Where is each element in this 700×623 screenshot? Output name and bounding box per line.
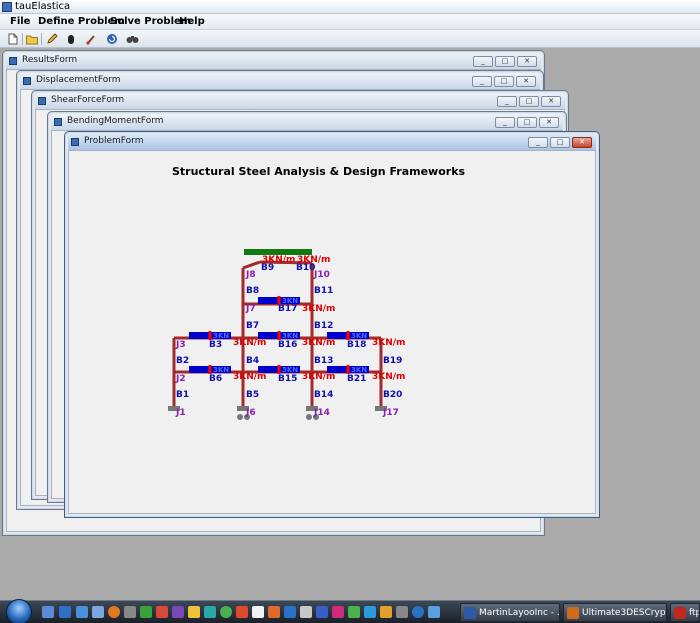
problem-form-body — [68, 150, 596, 514]
app-icon[interactable] — [284, 606, 296, 618]
close-button[interactable]: ✕ — [517, 56, 537, 67]
taskbar-item-ultimate3descrypt[interactable]: Ultimate3DESCryp... — [563, 603, 667, 622]
app-icon[interactable] — [396, 606, 408, 618]
taskbar-item-martinlayooinc[interactable]: MartinLayooInc - ... — [460, 603, 560, 622]
close-button[interactable]: ✕ — [516, 76, 536, 87]
close-button[interactable]: ✕ — [539, 117, 559, 128]
form-icon — [23, 77, 31, 85]
form-icon — [54, 118, 62, 126]
binoculars-icon[interactable] — [125, 32, 139, 46]
maximize-button[interactable]: □ — [517, 117, 537, 128]
maximize-button[interactable]: □ — [494, 76, 514, 87]
form-icon — [38, 97, 46, 105]
toolbar — [0, 30, 700, 48]
minimize-button[interactable]: _ — [528, 137, 548, 148]
shear-force-form-titlebar[interactable]: ShearForceForm _ □ ✕ — [35, 93, 565, 109]
menu-help[interactable]: Help — [179, 16, 205, 27]
results-form-titlebar[interactable]: ResultsForm _ □ ✕ — [6, 53, 541, 69]
refresh-icon[interactable] — [105, 32, 119, 46]
window-icon — [464, 607, 476, 619]
app-icon[interactable] — [188, 606, 200, 618]
app-icon[interactable] — [268, 606, 280, 618]
taskbar-item-label: MartinLayooInc - ... — [479, 608, 560, 618]
brush-icon[interactable] — [84, 32, 98, 46]
app-icon[interactable] — [92, 606, 104, 618]
toolbar-separator — [41, 33, 42, 45]
minimize-button[interactable]: _ — [472, 76, 492, 87]
explorer-icon[interactable] — [76, 606, 88, 618]
new-document-icon[interactable] — [6, 32, 20, 46]
start-button[interactable] — [6, 599, 32, 623]
taskbar-item-ftpm[interactable]: ftpM — [670, 603, 700, 622]
app-titlebar: tauElastica — [0, 0, 700, 14]
diagram-title: Structural Steel Analysis & Design Frame… — [172, 165, 466, 178]
mouse-icon[interactable] — [64, 32, 78, 46]
close-button[interactable]: ✕ — [572, 137, 592, 148]
close-button[interactable]: ✕ — [541, 96, 561, 107]
toolbar-separator — [22, 33, 23, 45]
problem-form-window[interactable]: ProblemForm _ □ ✕ — [64, 131, 600, 518]
taskbar-item-label: ftpM — [689, 608, 699, 618]
firefox-icon[interactable] — [108, 606, 120, 618]
calculator-icon[interactable] — [124, 606, 136, 618]
window-icon — [567, 607, 579, 619]
app-icon[interactable] — [332, 606, 344, 618]
app-icon[interactable] — [220, 606, 232, 618]
maximize-button[interactable]: □ — [495, 56, 515, 67]
minimize-button[interactable]: _ — [473, 56, 493, 67]
pencil-icon[interactable] — [45, 32, 59, 46]
problem-form-title: ProblemForm — [84, 136, 144, 146]
app-icon[interactable] — [364, 606, 376, 618]
app-icon[interactable] — [412, 606, 424, 618]
app-title: tauElastica — [15, 1, 71, 12]
taskbar: MartinLayooInc - ... Ultimate3DESCryp...… — [0, 599, 700, 623]
menu-bar: File Define Problem Solve Problem Help — [0, 14, 700, 30]
form-icon — [9, 57, 17, 65]
app-icon — [2, 2, 12, 12]
app-icon[interactable] — [236, 606, 248, 618]
app-icon[interactable] — [172, 606, 184, 618]
displacement-form-titlebar[interactable]: DisplacementForm _ □ ✕ — [20, 73, 540, 89]
show-desktop-icon[interactable] — [42, 606, 54, 618]
maximize-button[interactable]: □ — [519, 96, 539, 107]
app-icon[interactable] — [300, 606, 312, 618]
app-icon[interactable] — [316, 606, 328, 618]
star-icon[interactable] — [252, 606, 264, 618]
menu-file[interactable]: File — [10, 16, 30, 27]
app-icon[interactable] — [428, 606, 440, 618]
window-icon — [674, 607, 686, 619]
minimize-button[interactable]: _ — [497, 96, 517, 107]
taskbar-item-label: Ultimate3DESCryp... — [582, 608, 667, 618]
results-form-title: ResultsForm — [22, 55, 78, 65]
problem-form-titlebar[interactable]: ProblemForm _ □ ✕ — [68, 134, 596, 150]
bending-moment-form-title: BendingMomentForm — [67, 116, 164, 126]
app-icon[interactable] — [380, 606, 392, 618]
app-icon[interactable] — [156, 606, 168, 618]
displacement-form-title: DisplacementForm — [36, 75, 121, 85]
app-icon[interactable] — [140, 606, 152, 618]
ie-icon[interactable] — [59, 606, 71, 618]
minimize-button[interactable]: _ — [495, 117, 515, 128]
form-icon — [71, 138, 79, 146]
app-icon[interactable] — [204, 606, 216, 618]
open-folder-icon[interactable] — [25, 32, 39, 46]
app-icon[interactable] — [348, 606, 360, 618]
maximize-button[interactable]: □ — [550, 137, 570, 148]
shear-force-form-title: ShearForceForm — [51, 95, 125, 105]
bending-moment-form-titlebar[interactable]: BendingMomentForm _ □ ✕ — [51, 114, 563, 130]
